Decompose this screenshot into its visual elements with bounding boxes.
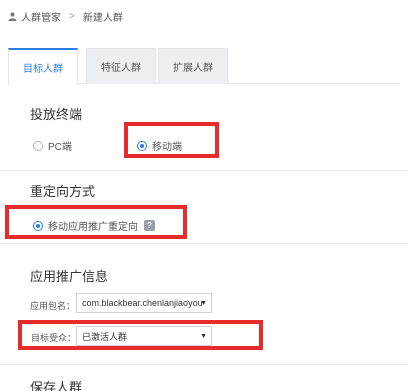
breadcrumb: 人群管家 > 新建人群: [8, 6, 123, 26]
breadcrumb-separator: >: [69, 10, 75, 22]
divider: [0, 170, 408, 171]
radio-pc-indicator[interactable]: [33, 140, 43, 151]
highlight-box-target-crowd: [18, 320, 263, 350]
save-section-title: 保存人群: [30, 380, 83, 391]
app-name-value: com.blackbear.chenlanjiaoyou: [82, 298, 203, 308]
chevron-down-icon: ▼: [200, 300, 207, 307]
highlight-box-platform: [124, 122, 219, 158]
breadcrumb-current: 新建人群: [82, 12, 123, 24]
tab-extended-crowd[interactable]: 扩展人群: [158, 48, 228, 84]
targeting-section-title: 重定向方式: [30, 184, 96, 199]
tab-feature-crowd[interactable]: 特征人群: [86, 48, 156, 84]
highlight-box-targeting: [5, 205, 187, 239]
tab-bar: 目标人群 特征人群 扩展人群: [8, 48, 400, 85]
user-icon: [8, 12, 17, 21]
radio-pc[interactable]: PC端: [33, 138, 72, 153]
platform-section-title: 投放终端: [30, 107, 83, 122]
divider: [0, 243, 408, 244]
tab-target-crowd[interactable]: 目标人群: [8, 48, 78, 85]
app-name-label: 应用包名：: [30, 301, 76, 311]
breadcrumb-root[interactable]: 人群管家: [21, 9, 61, 24]
divider: [0, 364, 408, 365]
radio-pc-label: PC端: [48, 142, 72, 153]
app-info-section-title: 应用推广信息: [30, 269, 109, 284]
app-name-select[interactable]: com.blackbear.chenlanjiaoyou ▼: [76, 293, 212, 313]
